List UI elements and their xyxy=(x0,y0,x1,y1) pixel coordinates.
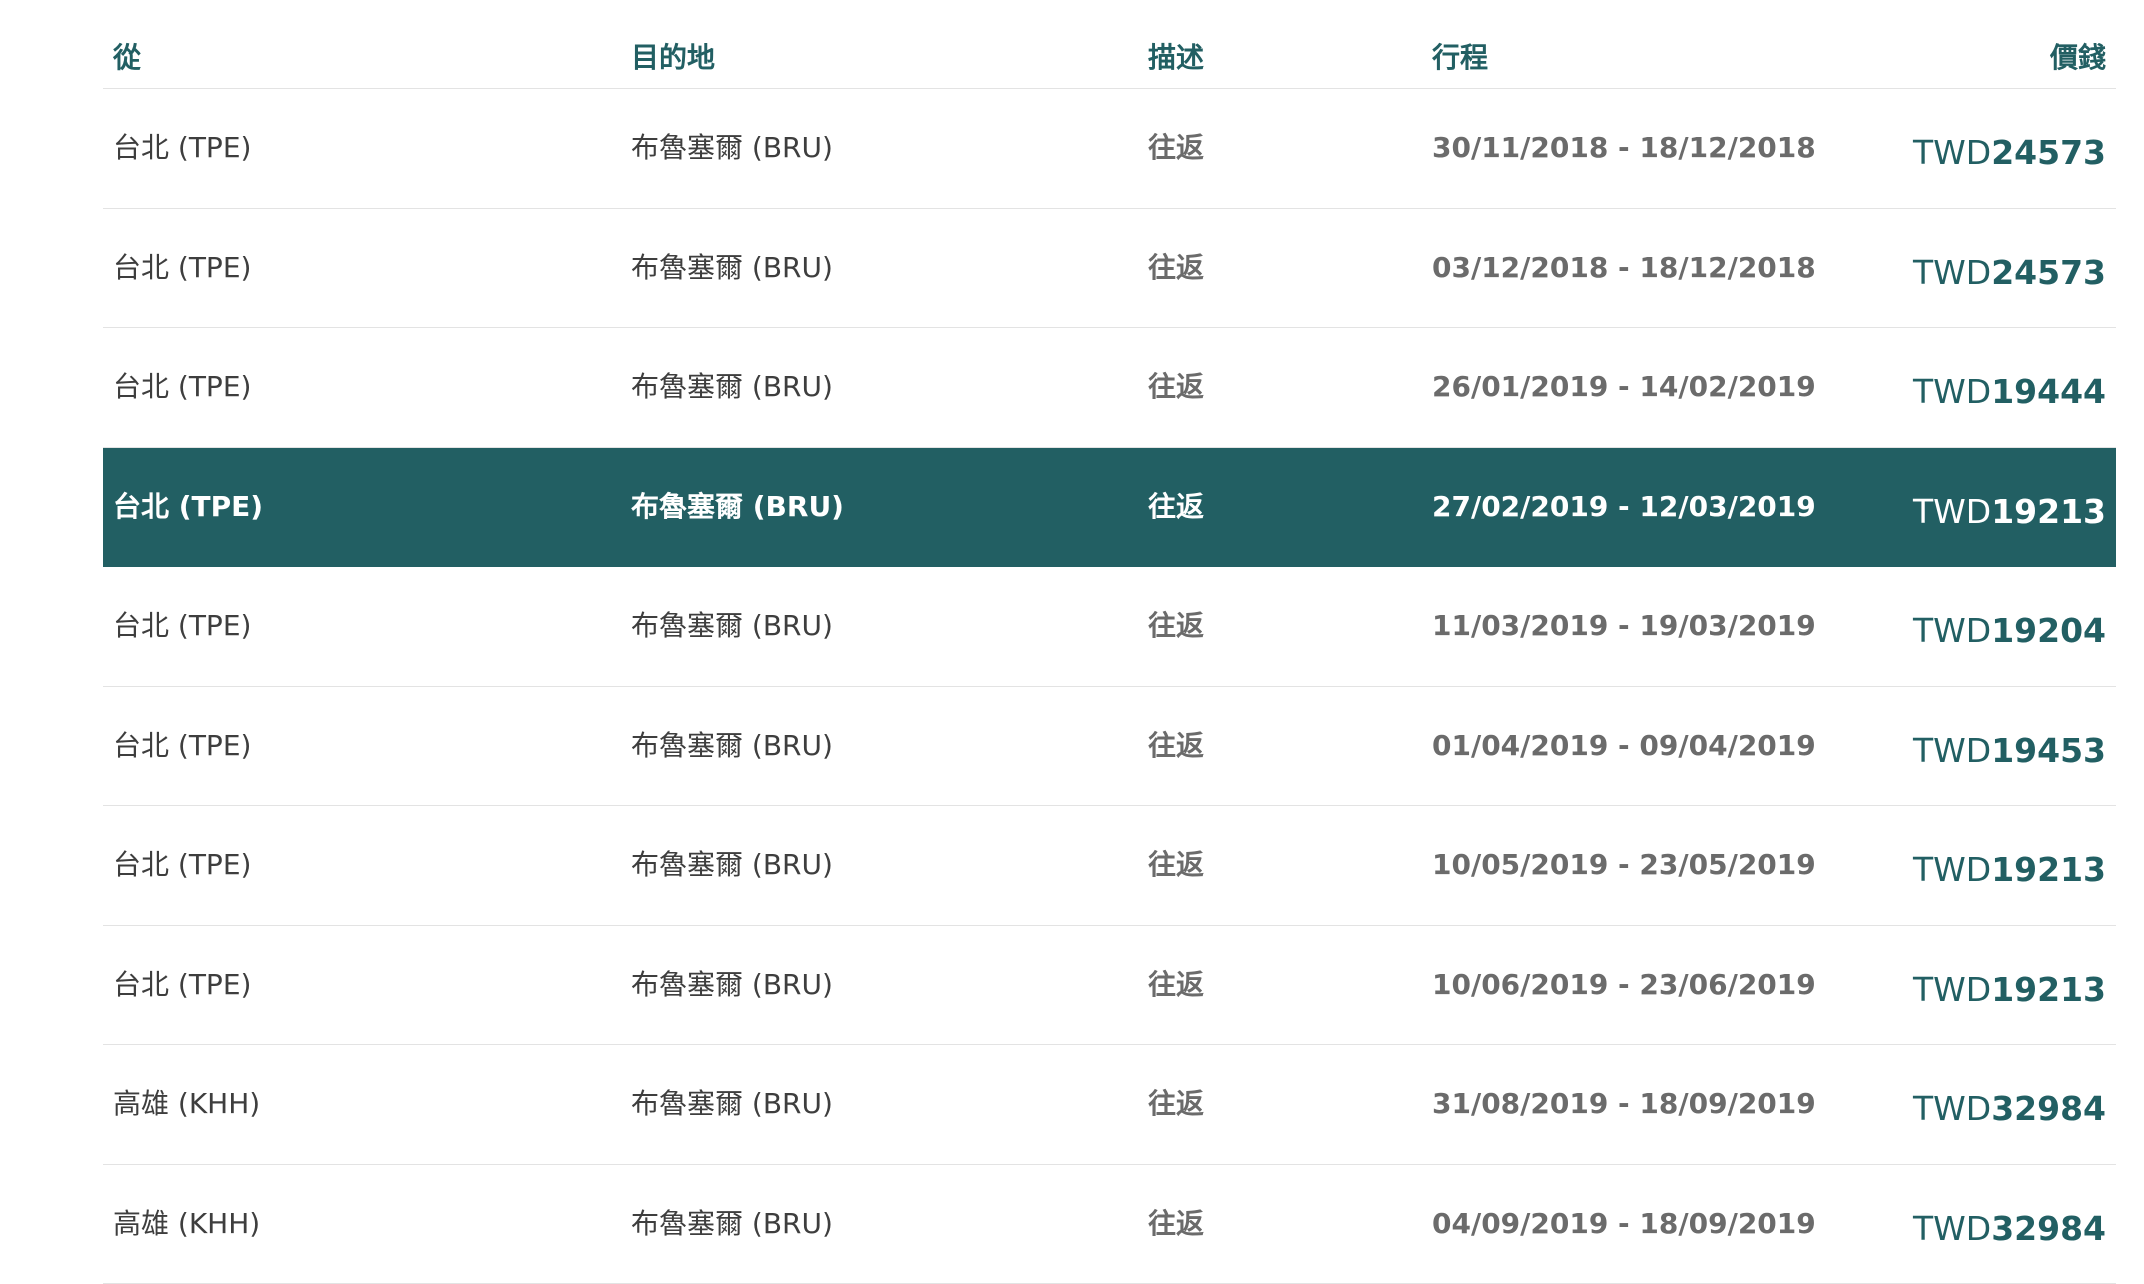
price-amount: 19204 xyxy=(1991,611,2106,651)
price-cell[interactable]: TWD 32984 xyxy=(1913,1045,2106,1164)
itinerary-cell: 10/06/2019 - 23/06/2019 xyxy=(1432,967,1816,1001)
currency-label: TWD xyxy=(1912,1208,1992,1248)
origin-cell: 台北 (TPE) xyxy=(113,131,252,165)
description-cell: 往返 xyxy=(1148,728,1205,762)
description-cell: 往返 xyxy=(1148,370,1205,404)
destination-cell: 布魯塞爾 (BRU) xyxy=(631,728,833,762)
price-amount: 24573 xyxy=(1991,252,2106,292)
price-amount: 19213 xyxy=(1991,491,2106,531)
itinerary-cell: 11/03/2019 - 19/03/2019 xyxy=(1432,609,1816,643)
price-cell[interactable]: TWD 24573 xyxy=(1913,89,2106,208)
price-cell[interactable]: TWD 19213 xyxy=(1913,806,2106,925)
destination-cell: 布魯塞爾 (BRU) xyxy=(631,609,833,643)
itinerary-cell: 04/09/2019 - 18/09/2019 xyxy=(1432,1206,1816,1240)
table-row[interactable]: 台北 (TPE) 布魯塞爾 (BRU) 往返 01/04/2019 - 09/0… xyxy=(103,687,2116,806)
itinerary-cell: 10/05/2019 - 23/05/2019 xyxy=(1432,848,1816,882)
destination-cell: 布魯塞爾 (BRU) xyxy=(631,131,833,165)
origin-cell: 高雄 (KHH) xyxy=(113,1087,261,1121)
table-row[interactable]: 台北 (TPE) 布魯塞爾 (BRU) 往返 10/05/2019 - 23/0… xyxy=(103,806,2116,926)
origin-cell: 高雄 (KHH) xyxy=(113,1206,261,1240)
column-header-destination[interactable]: 目的地 xyxy=(631,40,715,76)
price-amount: 19213 xyxy=(1991,969,2106,1009)
description-cell: 往返 xyxy=(1148,1206,1205,1240)
origin-cell: 台北 (TPE) xyxy=(113,489,264,523)
description-cell: 往返 xyxy=(1148,1087,1205,1121)
table-row[interactable]: 台北 (TPE) 布魯塞爾 (BRU) 往返 30/11/2018 - 18/1… xyxy=(103,89,2116,209)
price-amount: 19444 xyxy=(1991,372,2106,412)
column-header-from[interactable]: 從 xyxy=(113,40,141,76)
column-header-itinerary[interactable]: 行程 xyxy=(1432,40,1488,76)
table-row[interactable]: 台北 (TPE) 布魯塞爾 (BRU) 往返 11/03/2019 - 19/0… xyxy=(103,567,2116,687)
itinerary-cell: 31/08/2019 - 18/09/2019 xyxy=(1432,1087,1816,1121)
fares-table: 從 目的地 描述 行程 價錢 台北 (TPE) 布魯塞爾 (BRU) 往返 30… xyxy=(103,0,2116,1284)
description-cell: 往返 xyxy=(1148,250,1205,284)
origin-cell: 台北 (TPE) xyxy=(113,370,252,404)
destination-cell: 布魯塞爾 (BRU) xyxy=(631,1087,833,1121)
currency-label: TWD xyxy=(1912,252,1992,292)
itinerary-cell: 27/02/2019 - 12/03/2019 xyxy=(1432,489,1816,523)
price-amount: 32984 xyxy=(1991,1089,2106,1129)
price-amount: 24573 xyxy=(1991,133,2106,173)
currency-label: TWD xyxy=(1912,1089,1992,1129)
description-cell: 往返 xyxy=(1148,848,1205,882)
table-row-selected[interactable]: 台北 (TPE) 布魯塞爾 (BRU) 往返 27/02/2019 - 12/0… xyxy=(103,447,2116,567)
destination-cell: 布魯塞爾 (BRU) xyxy=(631,250,833,284)
currency-label: TWD xyxy=(1912,491,1992,531)
origin-cell: 台北 (TPE) xyxy=(113,848,252,882)
destination-cell: 布魯塞爾 (BRU) xyxy=(631,967,833,1001)
origin-cell: 台北 (TPE) xyxy=(113,728,252,762)
description-cell: 往返 xyxy=(1148,131,1205,165)
description-cell: 往返 xyxy=(1148,967,1205,1001)
price-cell[interactable]: TWD 19213 xyxy=(1913,448,2106,567)
table-header: 從 目的地 描述 行程 價錢 xyxy=(103,0,2116,89)
price-cell[interactable]: TWD 32984 xyxy=(1913,1165,2106,1284)
currency-label: TWD xyxy=(1912,372,1992,412)
itinerary-cell: 01/04/2019 - 09/04/2019 xyxy=(1432,728,1816,762)
price-cell[interactable]: TWD 24573 xyxy=(1913,209,2106,328)
currency-label: TWD xyxy=(1912,133,1992,173)
price-amount: 19213 xyxy=(1991,850,2106,890)
table-row[interactable]: 台北 (TPE) 布魯塞爾 (BRU) 往返 26/01/2019 - 14/0… xyxy=(103,328,2116,448)
itinerary-cell: 03/12/2018 - 18/12/2018 xyxy=(1432,250,1816,284)
destination-cell: 布魯塞爾 (BRU) xyxy=(631,370,833,404)
itinerary-cell: 30/11/2018 - 18/12/2018 xyxy=(1432,131,1816,165)
itinerary-cell: 26/01/2019 - 14/02/2019 xyxy=(1432,370,1816,404)
origin-cell: 台北 (TPE) xyxy=(113,967,252,1001)
origin-cell: 台北 (TPE) xyxy=(113,250,252,284)
price-cell[interactable]: TWD 19213 xyxy=(1913,926,2106,1045)
price-cell[interactable]: TWD 19204 xyxy=(1913,567,2106,686)
currency-label: TWD xyxy=(1912,730,1992,770)
destination-cell: 布魯塞爾 (BRU) xyxy=(631,848,833,882)
currency-label: TWD xyxy=(1912,611,1992,651)
description-cell: 往返 xyxy=(1148,609,1205,643)
price-amount: 19453 xyxy=(1991,730,2106,770)
description-cell: 往返 xyxy=(1148,489,1205,523)
table-row[interactable]: 台北 (TPE) 布魯塞爾 (BRU) 往返 10/06/2019 - 23/0… xyxy=(103,926,2116,1045)
destination-cell: 布魯塞爾 (BRU) xyxy=(631,1206,833,1240)
column-header-description[interactable]: 描述 xyxy=(1148,40,1204,76)
table-row[interactable]: 高雄 (KHH) 布魯塞爾 (BRU) 往返 04/09/2019 - 18/0… xyxy=(103,1165,2116,1284)
price-cell[interactable]: TWD 19444 xyxy=(1913,328,2106,447)
currency-label: TWD xyxy=(1912,969,1992,1009)
destination-cell: 布魯塞爾 (BRU) xyxy=(631,489,844,523)
table-row[interactable]: 台北 (TPE) 布魯塞爾 (BRU) 往返 03/12/2018 - 18/1… xyxy=(103,209,2116,328)
price-amount: 32984 xyxy=(1991,1208,2106,1248)
table-row[interactable]: 高雄 (KHH) 布魯塞爾 (BRU) 往返 31/08/2019 - 18/0… xyxy=(103,1045,2116,1165)
origin-cell: 台北 (TPE) xyxy=(113,609,252,643)
currency-label: TWD xyxy=(1912,850,1992,890)
column-header-price[interactable]: 價錢 xyxy=(2050,40,2106,76)
price-cell[interactable]: TWD 19453 xyxy=(1913,687,2106,806)
